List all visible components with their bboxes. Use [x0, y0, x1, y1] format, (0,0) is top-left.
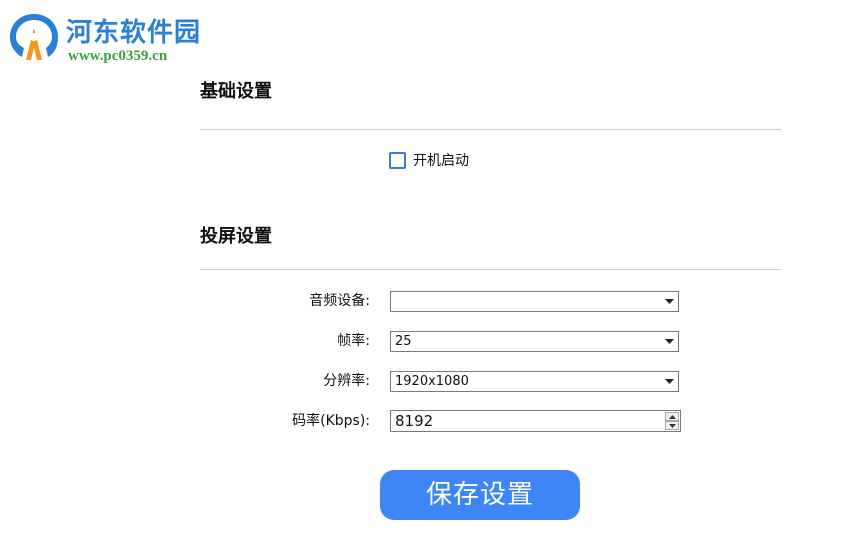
bitrate-input[interactable]: 8192 [390, 410, 681, 432]
chevron-down-icon[interactable] [663, 294, 676, 309]
save-settings-button[interactable]: 保存设置 [380, 470, 580, 520]
chevron-up-icon [668, 414, 676, 419]
frame-rate-label: 帧率: [337, 333, 370, 349]
basic-settings-divider [200, 129, 781, 130]
autostart-checkbox[interactable] [389, 151, 406, 169]
watermark: 河东软件园 www.pc0359.cn [4, 8, 234, 72]
audio-device-label: 音频设备: [309, 293, 370, 309]
chevron-down-icon[interactable] [663, 374, 676, 389]
decrement-button[interactable] [665, 421, 679, 430]
watermark-site-name: 河东软件园 [66, 18, 202, 48]
resolution-value: 1920x1080 [395, 374, 469, 389]
cast-settings-title: 投屏设置 [200, 226, 272, 247]
increment-button[interactable] [665, 412, 679, 421]
resolution-select[interactable]: 1920x1080 [390, 371, 679, 392]
basic-settings-title: 基础设置 [200, 81, 272, 102]
chevron-down-icon[interactable] [663, 334, 676, 349]
cast-settings-divider [200, 269, 781, 270]
site-logo-icon [10, 14, 58, 60]
autostart-label[interactable]: 开机启动 [413, 150, 469, 170]
bitrate-label: 码率(Kbps): [292, 413, 370, 429]
frame-rate-select[interactable]: 25 [390, 331, 679, 352]
autostart-option[interactable]: 开机启动 [389, 149, 469, 171]
watermark-url: www.pc0359.cn [68, 48, 168, 64]
bitrate-value: 8192 [395, 412, 434, 430]
chevron-down-icon [668, 423, 676, 428]
frame-rate-value: 25 [395, 334, 412, 349]
audio-device-select[interactable] [390, 291, 679, 312]
bitrate-stepper[interactable] [665, 412, 679, 430]
resolution-label: 分辨率: [323, 373, 370, 389]
